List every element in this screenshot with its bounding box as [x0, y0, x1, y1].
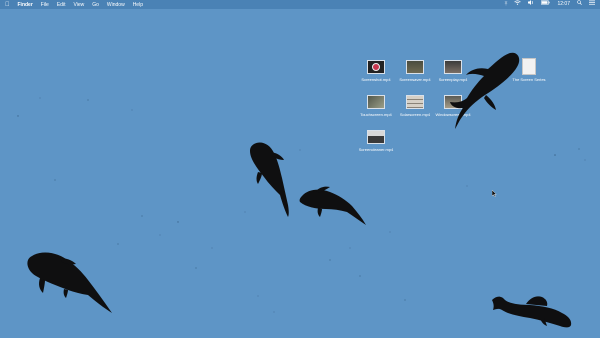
desktop[interactable]:  Finder File Edit View Go Window Help ᛡ…	[0, 0, 600, 338]
fish-silhouette	[299, 186, 366, 225]
fish-silhouette	[27, 252, 112, 313]
fish-silhouette	[250, 142, 289, 217]
video-thumbnail-icon	[367, 60, 385, 74]
desktop-item-label: Screenshot.mp4	[361, 77, 391, 82]
video-thumbnail-icon	[406, 60, 424, 74]
video-thumbnail-icon	[367, 130, 385, 144]
desktop-item-touchscreen[interactable]: Touchscreen.mp4	[354, 95, 398, 117]
video-thumbnail-icon	[367, 95, 385, 109]
mouse-pointer-icon	[492, 190, 497, 197]
desktop-item-label: Touchscreen.mp4	[360, 112, 392, 117]
desktop-item-screenshot[interactable]: Screenshot.mp4	[354, 60, 398, 82]
desktop-item-label: Screencleaner.mp4	[358, 147, 394, 152]
fish-silhouette	[450, 52, 520, 129]
fish-silhouette	[492, 296, 572, 328]
desktop-item-screencleaner[interactable]: Screencleaner.mp4	[354, 130, 398, 152]
video-thumbnail-icon	[406, 95, 424, 109]
